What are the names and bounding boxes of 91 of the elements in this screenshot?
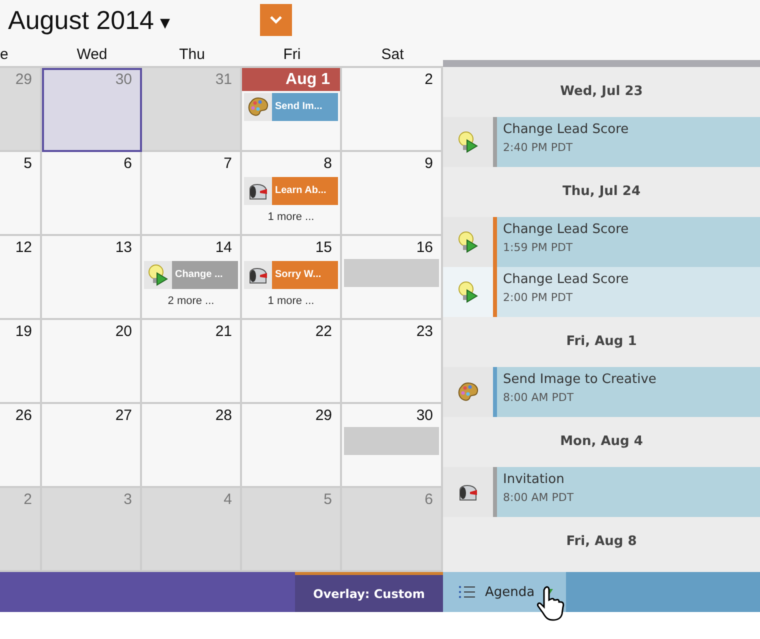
agenda-date: Thu, Jul 24 xyxy=(561,183,642,201)
palette-icon xyxy=(247,97,269,117)
day-cell[interactable]: 20 xyxy=(42,320,142,404)
agenda-item-time: 8:00 AM PDT xyxy=(503,491,575,504)
day-number: 12 xyxy=(15,238,33,258)
chevron-down-icon xyxy=(270,16,282,24)
day-number: 5 xyxy=(324,490,333,510)
day-number: 15 xyxy=(315,238,333,258)
day-number: 30 xyxy=(115,70,133,90)
agenda-item-title: Invitation xyxy=(503,472,566,487)
day-number: 21 xyxy=(215,322,233,342)
day-cell[interactable]: Aug 1 Send Im... xyxy=(242,68,342,152)
day-cell[interactable]: 16 xyxy=(342,236,443,320)
day-cell[interactable]: 7 xyxy=(142,152,242,236)
weekday-label: Thu xyxy=(178,45,206,65)
day-number: 14 xyxy=(215,238,233,258)
list-icon xyxy=(459,585,475,599)
dropdown-button[interactable] xyxy=(260,4,292,36)
day-number: 4 xyxy=(224,490,233,510)
agenda-item-time: 8:00 AM PDT xyxy=(503,391,575,404)
today-date: Aug 1 xyxy=(242,68,340,91)
weekday-label: Sat xyxy=(380,45,405,65)
more-link[interactable]: 1 more ... xyxy=(268,295,314,307)
day-cell[interactable]: 22 xyxy=(242,320,342,404)
mailbox-icon xyxy=(247,181,269,201)
day-number: 27 xyxy=(115,406,133,426)
day-number: 2 xyxy=(424,70,434,90)
agenda-date: Wed, Jul 23 xyxy=(559,83,644,101)
lightbulb-play-icon xyxy=(458,131,478,153)
day-number: 19 xyxy=(15,322,33,342)
agenda-item-time: 2:00 PM PDT xyxy=(503,291,574,304)
day-cell[interactable]: 19 xyxy=(0,320,42,404)
day-cell[interactable]: 9 xyxy=(342,152,443,236)
day-cell[interactable]: 12 xyxy=(0,236,42,320)
palette-icon xyxy=(457,382,479,402)
day-cell[interactable]: 27 xyxy=(42,404,142,488)
day-cell[interactable]: 23 xyxy=(342,320,443,404)
day-cell[interactable]: 30 xyxy=(342,404,443,488)
mailbox-icon xyxy=(247,265,269,285)
lightbulb-play-icon xyxy=(458,231,478,253)
day-number: 13 xyxy=(115,238,133,258)
day-number: 30 xyxy=(416,406,434,426)
day-number: 6 xyxy=(124,154,133,174)
day-number: 26 xyxy=(15,406,33,426)
day-number: 7 xyxy=(224,154,233,174)
hand-cursor-icon xyxy=(536,586,566,622)
month-title[interactable]: August 2014 ▾ xyxy=(8,4,260,36)
day-number: 9 xyxy=(424,154,434,174)
day-number: 16 xyxy=(416,238,434,258)
day-number: 29 xyxy=(315,406,333,426)
lightbulb-play-icon xyxy=(148,264,168,286)
day-number: 8 xyxy=(324,154,333,174)
day-number: 3 xyxy=(124,490,133,510)
agenda-date: Mon, Aug 4 xyxy=(559,433,644,451)
agenda-date: Fri, Aug 1 xyxy=(565,333,638,351)
agenda-item-time: 1:59 PM PDT xyxy=(503,241,574,254)
day-cell[interactable]: 15 Sorry W... 1 more ... xyxy=(242,236,342,320)
agenda-item-title: Change Lead Score xyxy=(503,122,630,137)
day-number: 20 xyxy=(115,322,133,342)
weekday-label: e xyxy=(0,45,10,65)
day-cell[interactable]: 8 Learn Ab... 1 more ... xyxy=(242,152,342,236)
day-cell[interactable]: 13 xyxy=(42,236,142,320)
weekday-label: Fri xyxy=(282,45,302,65)
agenda-date: Fri, Aug 8 xyxy=(565,533,638,551)
day-number: 2 xyxy=(24,490,33,510)
agenda-tab[interactable]: Agenda xyxy=(443,572,566,612)
day-cell[interactable]: 29 xyxy=(242,404,342,488)
day-cell[interactable]: 6 xyxy=(42,152,142,236)
day-number: 5 xyxy=(24,154,33,174)
more-link[interactable]: 1 more ... xyxy=(268,211,314,223)
day-number: 28 xyxy=(215,406,233,426)
overlay-tab[interactable]: Overlay: Custom xyxy=(295,572,443,612)
mailbox-icon xyxy=(457,482,479,502)
day-number: 6 xyxy=(424,490,434,510)
day-cell[interactable]: 2 xyxy=(342,68,443,152)
more-link[interactable]: 2 more ... xyxy=(168,295,214,307)
day-number: 23 xyxy=(416,322,434,342)
lightbulb-play-icon xyxy=(458,281,478,303)
day-cell[interactable]: 28 xyxy=(142,404,242,488)
day-cell[interactable]: 14 Change ... 2 more ... xyxy=(142,236,242,320)
day-cell[interactable]: 26 xyxy=(0,404,42,488)
agenda-item-time: 2:40 PM PDT xyxy=(503,141,574,154)
weekday-label: Wed xyxy=(76,45,108,65)
day-number: 22 xyxy=(315,322,333,342)
agenda-item-title: Send Image to Creative xyxy=(503,372,658,387)
day-number: 29 xyxy=(15,70,33,90)
day-number: 31 xyxy=(215,70,233,90)
agenda-item-title: Change Lead Score xyxy=(503,222,630,237)
agenda-item-title: Change Lead Score xyxy=(503,272,630,287)
day-cell[interactable]: 5 xyxy=(0,152,42,236)
day-cell[interactable]: 21 xyxy=(142,320,242,404)
